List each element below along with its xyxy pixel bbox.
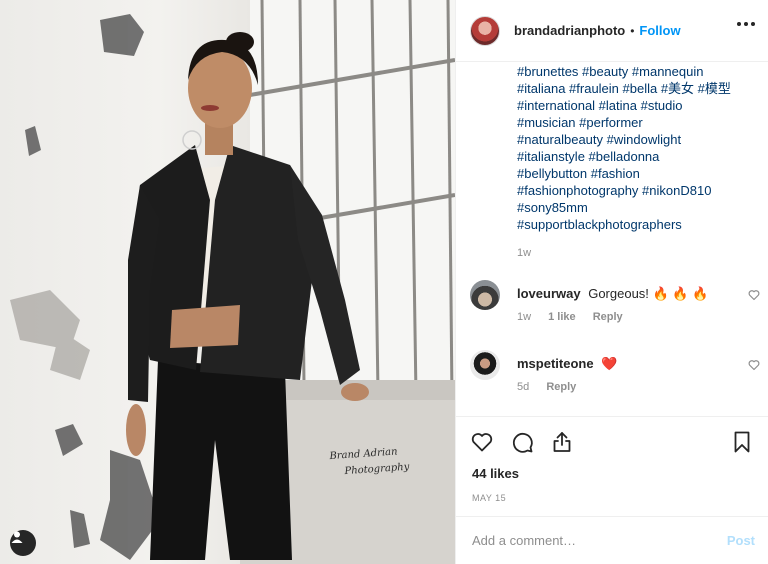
comment-like-heart-icon[interactable] bbox=[748, 289, 760, 301]
caption-line[interactable]: #sony85mm bbox=[517, 199, 762, 216]
likes-count[interactable]: 44 likes bbox=[472, 466, 519, 481]
header-separator: • bbox=[630, 23, 635, 38]
caption-line[interactable]: #bellybutton #fashion bbox=[517, 165, 762, 182]
photo-scene bbox=[10, 0, 455, 564]
comment-line: mspetiteone ❤️ bbox=[517, 356, 617, 372]
post-photo[interactable]: Brand Adrian Photography bbox=[0, 0, 455, 564]
caption-line[interactable]: #musician #performer bbox=[517, 114, 762, 131]
author-username[interactable]: brandadrianphoto bbox=[514, 23, 625, 38]
actions-divider bbox=[456, 416, 768, 417]
comment-username[interactable]: mspetiteone bbox=[517, 356, 594, 371]
comment-input[interactable] bbox=[472, 533, 727, 548]
caption-age[interactable]: 1w bbox=[517, 247, 531, 259]
heart-icon[interactable] bbox=[470, 430, 494, 454]
comment-likes[interactable]: 1 like bbox=[548, 311, 576, 323]
user-tag-icon[interactable] bbox=[10, 530, 36, 556]
caption-line[interactable]: #supportblackphotographers bbox=[517, 216, 762, 233]
caption-line[interactable]: #italianstyle #belladonna bbox=[517, 148, 762, 165]
action-bar bbox=[470, 430, 574, 454]
comment-username[interactable]: loveurway bbox=[517, 286, 581, 301]
more-options-icon[interactable] bbox=[737, 22, 755, 26]
reply-button[interactable]: Reply bbox=[546, 381, 576, 393]
caption-line[interactable]: #brunettes #beauty #mannequin bbox=[517, 63, 762, 80]
post-header: brandadrianphoto • Follow bbox=[456, 0, 768, 62]
caption-line[interactable]: #fashionphotography #nikonD810 bbox=[517, 182, 762, 199]
comment-like-heart-icon[interactable] bbox=[748, 359, 760, 371]
comment-age[interactable]: 1w bbox=[517, 311, 531, 323]
comment-line: loveurway Gorgeous! 🔥 🔥 🔥 bbox=[517, 286, 708, 302]
post-caption: #brunettes #beauty #mannequin #italiana … bbox=[517, 63, 762, 233]
caption-line[interactable]: #naturalbeauty #windowlight bbox=[517, 131, 762, 148]
post-comment-button[interactable]: Post bbox=[727, 533, 755, 548]
comment-text: ❤️ bbox=[601, 356, 618, 371]
comment-icon[interactable] bbox=[510, 430, 534, 454]
caption-line[interactable]: #international #latina #studio bbox=[517, 97, 762, 114]
caption-line[interactable]: #italiana #fraulein #bella #美女 #模型 bbox=[517, 80, 762, 97]
share-icon[interactable] bbox=[550, 430, 574, 454]
comment-meta: 5d Reply bbox=[517, 381, 590, 393]
comment-meta: 1w 1 like Reply bbox=[517, 311, 637, 323]
follow-button[interactable]: Follow bbox=[639, 23, 680, 38]
photographer-signature: Brand Adrian Photography bbox=[329, 443, 421, 481]
comment-age[interactable]: 5d bbox=[517, 381, 529, 393]
commenter-avatar[interactable] bbox=[470, 280, 500, 310]
bookmark-icon[interactable] bbox=[730, 430, 754, 454]
post-date[interactable]: MAY 15 bbox=[472, 493, 506, 503]
reply-button[interactable]: Reply bbox=[593, 311, 623, 323]
author-avatar[interactable] bbox=[470, 15, 500, 46]
commenter-avatar[interactable] bbox=[470, 350, 500, 380]
post-details-panel: brandadrianphoto • Follow #brunettes #be… bbox=[455, 0, 768, 564]
comment-text: Gorgeous! 🔥 🔥 🔥 bbox=[588, 286, 709, 301]
add-comment-bar: Post bbox=[456, 516, 768, 564]
